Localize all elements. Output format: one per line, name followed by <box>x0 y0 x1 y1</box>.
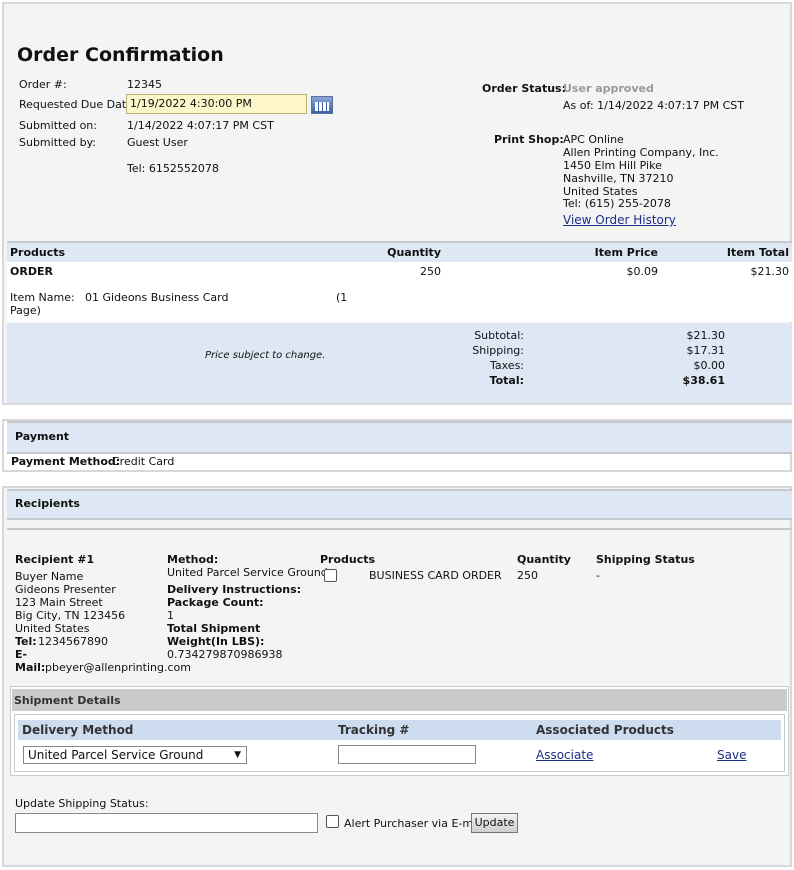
package-count-label: Package Count: <box>167 596 264 609</box>
shipping-status-label: Shipping Status <box>596 553 695 566</box>
print-shop-label: Print Shop: <box>494 133 564 146</box>
recipient-line: Gideons Presenter <box>15 583 116 596</box>
submitted-on: 1/14/2022 4:07:17 PM CST <box>127 119 274 132</box>
recipient-tel-label: Tel: <box>15 635 37 648</box>
taxes-label: Taxes: <box>489 359 524 372</box>
submitted-by: Guest User <box>127 136 188 149</box>
shipping-status: - <box>596 569 600 582</box>
shipping-method: United Parcel Service Ground <box>167 566 328 579</box>
product-item-price: $0.09 <box>626 265 659 278</box>
update-status-label: Update Shipping Status: <box>15 797 149 810</box>
print-shop-line: 1450 Elm Hill Pike <box>563 159 662 172</box>
print-shop-line: Tel: (615) 255-2078 <box>563 197 671 210</box>
method-label: Method: <box>167 553 219 566</box>
price-note: Price subject to change. <box>205 350 326 361</box>
shipping: $17.31 <box>686 344 726 357</box>
item-pages-cont: Page) <box>10 304 41 317</box>
item-name-label: Item Name: <box>10 291 75 304</box>
recipient-quantity: 250 <box>517 569 538 582</box>
subtotal: $21.30 <box>686 329 726 342</box>
weight-label-cont: Weight(In LBS): <box>167 635 265 648</box>
quantity-header: Quantity <box>387 246 441 259</box>
page-title: Order Confirmation <box>17 44 224 66</box>
calendar-icon[interactable] <box>311 96 333 114</box>
delivery-method-select[interactable]: United Parcel Service Ground ▼ <box>23 746 247 764</box>
recipient-line: United States <box>15 622 90 635</box>
recipient-line: 123 Main Street <box>15 596 103 609</box>
taxes: $0.00 <box>693 359 726 372</box>
recipient-quantity-label: Quantity <box>517 553 571 566</box>
print-shop-line: Nashville, TN 37210 <box>563 172 674 185</box>
shipping-label: Shipping: <box>472 344 524 357</box>
shipment-details-header <box>12 689 787 711</box>
recipient-email-label: E- <box>15 648 28 661</box>
recipients-divider <box>7 528 792 530</box>
total-label: Total: <box>489 374 524 387</box>
alert-purchaser-checkbox[interactable] <box>326 815 339 828</box>
item-price-header: Item Price <box>594 246 658 259</box>
recipient-email: pbeyer@allenprinting.com <box>45 661 191 674</box>
order-number-label: Order #: <box>19 78 67 91</box>
update-button[interactable]: Update <box>471 813 518 833</box>
recipient-name: Buyer Name <box>15 570 84 583</box>
recipient-tel: 1234567890 <box>38 635 108 648</box>
payment-header-band <box>7 421 792 454</box>
weight-label: Total Shipment <box>167 622 261 635</box>
chevron-down-icon: ▼ <box>234 750 241 760</box>
subtotal-label: Subtotal: <box>474 329 524 342</box>
tracking-header: Tracking # <box>338 723 410 737</box>
product-quantity: 250 <box>420 265 441 278</box>
product-name: ORDER <box>10 265 53 278</box>
product-checkbox[interactable] <box>324 569 337 582</box>
due-date-input[interactable]: 1/19/2022 4:30:00 PM <box>126 94 307 114</box>
print-shop-line: APC Online <box>563 133 624 146</box>
payment-title: Payment <box>15 430 70 443</box>
recipient-products-label: Products <box>320 553 376 566</box>
item-pages: (1 <box>336 291 348 304</box>
total: $38.61 <box>682 374 725 387</box>
shipment-details-title: Shipment Details <box>14 694 121 707</box>
submitted-by-label: Submitted by: <box>19 136 96 149</box>
recipient-product-name: BUSINESS CARD ORDER <box>369 569 502 582</box>
recipient-email-label-cont: Mail: <box>15 661 46 674</box>
print-shop-line: Allen Printing Company, Inc. <box>563 146 719 159</box>
product-item-total: $21.30 <box>750 265 790 278</box>
submitted-on-label: Submitted on: <box>19 119 97 132</box>
payment-method: Credit Card <box>112 455 175 468</box>
save-link[interactable]: Save <box>717 748 746 762</box>
delivery-method-header: Delivery Method <box>22 723 134 737</box>
status-as-of: As of: 1/14/2022 4:07:17 PM CST <box>563 99 744 112</box>
alert-purchaser-label: Alert Purchaser via E-mail <box>344 817 486 830</box>
due-date-label: Requested Due Date: <box>19 98 137 111</box>
order-status: User approved <box>563 82 654 95</box>
recipient-line: Big City, TN 123456 <box>15 609 126 622</box>
item-total-header: Item Total <box>726 246 789 259</box>
order-number: 12345 <box>127 78 162 91</box>
tracking-input[interactable] <box>338 745 476 764</box>
associated-products-header: Associated Products <box>536 723 674 737</box>
recipients-title: Recipients <box>15 497 80 510</box>
package-count: 1 <box>167 609 174 622</box>
order-status-label: Order Status: <box>482 82 567 95</box>
payment-method-label: Payment Method: <box>11 455 121 468</box>
view-order-history-link[interactable]: View Order History <box>563 213 676 227</box>
summary-box <box>7 323 792 403</box>
associate-link[interactable]: Associate <box>536 748 593 762</box>
products-header: Products <box>10 246 66 259</box>
shipment-weight: 0.734279870986938 <box>167 648 283 661</box>
recipient-label: Recipient #1 <box>15 553 95 566</box>
recipients-header-band <box>7 489 792 520</box>
delivery-instructions-label: Delivery Instructions: <box>167 583 302 596</box>
submitter-tel: Tel: 6152552078 <box>127 162 219 175</box>
item-name: 01 Gideons Business Card <box>85 291 229 304</box>
update-status-input[interactable] <box>15 813 318 833</box>
delivery-method-selected: United Parcel Service Ground <box>28 748 204 762</box>
